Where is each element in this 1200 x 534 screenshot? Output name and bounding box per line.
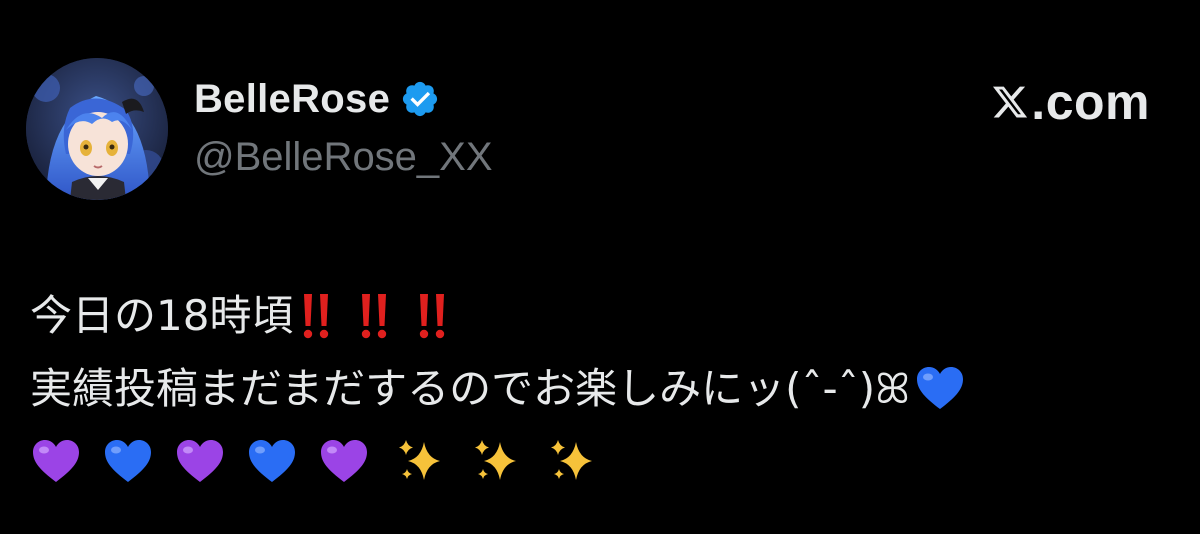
- sparkles-icon: [399, 439, 440, 480]
- blue-heart-icon: [917, 366, 964, 409]
- purple-heart-icon: [321, 439, 367, 482]
- name-row: BelleRose: [194, 74, 440, 124]
- avatar-illustration: [26, 58, 168, 200]
- sparkles-icon: [551, 439, 592, 480]
- tweet-line-1-text: 今日の18時頃: [30, 291, 294, 340]
- sparkles-icon: [475, 439, 516, 480]
- display-name[interactable]: BelleRose: [194, 77, 390, 122]
- x-logo-icon: [993, 86, 1028, 118]
- tweet-line-2: 実績投稿まだまだするのでお楽しみにッ(ˆ-ˆ)ꕤ: [30, 349, 1180, 422]
- tweet-text: 今日の18時頃 実績投稿まだまだするのでお楽しみにッ(ˆ-ˆ)ꕤ: [30, 276, 1180, 495]
- tweet-line-3: [30, 422, 1180, 495]
- tweet-card: BelleRose @BelleRose_XX .com 今日の18時頃 実績投…: [0, 0, 1200, 534]
- user-handle[interactable]: @BelleRose_XX: [194, 135, 493, 180]
- double-exclamation-icon: [420, 293, 445, 338]
- tweet-line-2-text: 実績投稿まだまだするのでお楽しみにッ(ˆ-ˆ)ꕤ: [30, 364, 911, 413]
- purple-heart-icon: [177, 439, 223, 482]
- verified-badge-icon: [403, 81, 438, 117]
- avatar[interactable]: [26, 58, 168, 200]
- x-com-brand[interactable]: .com: [991, 74, 1150, 130]
- double-exclamation-icon: [362, 293, 387, 338]
- double-exclamation-icon: [304, 293, 329, 338]
- blue-heart-icon: [249, 439, 295, 482]
- blue-heart-icon: [105, 439, 151, 482]
- purple-heart-icon: [33, 439, 79, 482]
- brand-domain-text: .com: [1031, 74, 1150, 130]
- tweet-line-1: 今日の18時頃: [30, 276, 1180, 349]
